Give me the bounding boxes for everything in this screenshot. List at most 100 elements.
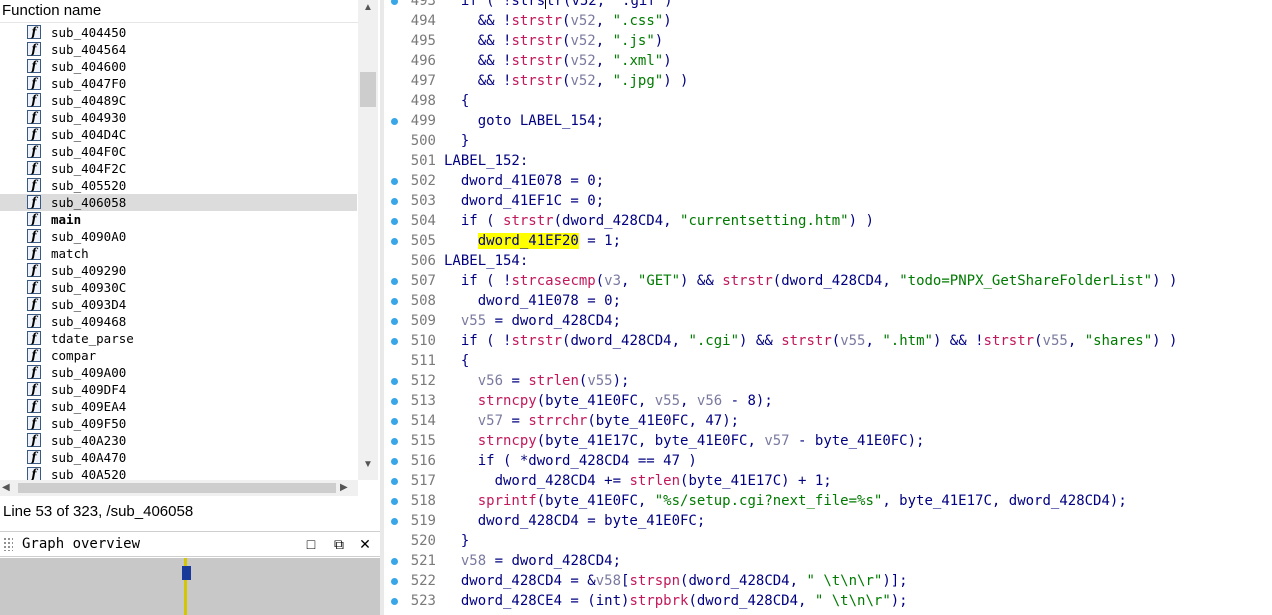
function-list-item[interactable]: f compar <box>0 347 357 364</box>
code-text[interactable]: v57 = strrchr(byte_41E0FC, 47); <box>444 411 739 431</box>
breakpoint-dot-icon[interactable] <box>391 438 398 445</box>
function-list-item[interactable]: f sub_404D4C <box>0 126 357 143</box>
function-list-item[interactable]: f sub_404930 <box>0 109 357 126</box>
code-line[interactable]: 511 { <box>384 351 1272 371</box>
function-list-item[interactable]: f sub_40A520 <box>0 466 357 480</box>
breakpoint-dot-icon[interactable] <box>391 398 398 405</box>
code-text[interactable]: { <box>444 351 469 371</box>
code-text[interactable]: LABEL_152: <box>444 151 528 171</box>
code-line[interactable]: 505 dword_41EF20 = 1; <box>384 231 1272 251</box>
code-line[interactable]: 507 if ( !strcasecmp(v3, "GET") && strst… <box>384 271 1272 291</box>
code-line[interactable]: 497 && !strstr(v52, ".jpg") ) <box>384 71 1272 91</box>
code-line[interactable]: 516 if ( *dword_428CD4 == 47 ) <box>384 451 1272 471</box>
function-list-item[interactable]: f sub_404564 <box>0 41 357 58</box>
horizontal-scrollbar[interactable]: ◀ ▶ <box>0 480 358 496</box>
code-line[interactable]: 502 dword_41E078 = 0; <box>384 171 1272 191</box>
code-line[interactable]: 513 strncpy(byte_41E0FC, v55, v56 - 8); <box>384 391 1272 411</box>
float-window-icon[interactable]: ⧉ <box>330 535 348 553</box>
breakpoint-dot-icon[interactable] <box>391 338 398 345</box>
scroll-right-icon[interactable]: ▶ <box>340 480 354 496</box>
code-line[interactable]: 512 v56 = strlen(v55); <box>384 371 1272 391</box>
breakpoint-dot-icon[interactable] <box>391 418 398 425</box>
code-line[interactable]: 496 && !strstr(v52, ".xml") <box>384 51 1272 71</box>
code-line[interactable]: 499 goto LABEL_154; <box>384 111 1272 131</box>
code-line[interactable]: 519 dword_428CD4 = byte_41E0FC; <box>384 511 1272 531</box>
function-list-item[interactable]: f sub_404F0C <box>0 143 357 160</box>
function-list-item[interactable]: f main <box>0 211 357 228</box>
breakpoint-dot-icon[interactable] <box>391 278 398 285</box>
function-list-item[interactable]: f sub_409468 <box>0 313 357 330</box>
code-text[interactable]: goto LABEL_154; <box>444 111 604 131</box>
scroll-up-icon[interactable]: ▲ <box>358 0 378 16</box>
function-list-item[interactable]: f sub_40A230 <box>0 432 357 449</box>
code-line[interactable]: 508 dword_41E078 = 0; <box>384 291 1272 311</box>
breakpoint-dot-icon[interactable] <box>391 118 398 125</box>
code-text[interactable]: dword_428CD4 += strlen(byte_41E17C) + 1; <box>444 471 832 491</box>
code-text[interactable]: if ( strstr(dword_428CD4, "currentsettin… <box>444 211 874 231</box>
code-text[interactable]: dword_41E078 = 0; <box>444 171 604 191</box>
function-list-item[interactable]: f sub_404600 <box>0 58 357 75</box>
code-text[interactable]: dword_428CD4 = byte_41E0FC; <box>444 511 706 531</box>
function-list-item[interactable]: f sub_40A470 <box>0 449 357 466</box>
function-list-item[interactable]: f sub_409DF4 <box>0 381 357 398</box>
graph-overview-canvas[interactable] <box>0 558 380 615</box>
graph-overview-titlebar[interactable]: Graph overview □ ⧉ ✕ <box>0 531 380 557</box>
function-list-item[interactable]: f sub_404450 <box>0 24 357 41</box>
code-text[interactable]: } <box>444 131 469 151</box>
code-line[interactable]: 518 sprintf(byte_41E0FC, "%s/setup.cgi?n… <box>384 491 1272 511</box>
code-line[interactable]: 521 v58 = dword_428CD4; <box>384 551 1272 571</box>
code-line[interactable]: 515 strncpy(byte_41E17C, byte_41E0FC, v5… <box>384 431 1272 451</box>
breakpoint-dot-icon[interactable] <box>391 558 398 565</box>
breakpoint-dot-icon[interactable] <box>391 318 398 325</box>
code-text[interactable]: v56 = strlen(v55); <box>444 371 630 391</box>
function-list-item[interactable]: f match <box>0 245 357 262</box>
function-list-item[interactable]: f sub_409290 <box>0 262 357 279</box>
horizontal-scroll-thumb[interactable] <box>18 483 336 493</box>
code-text[interactable]: } <box>444 531 469 551</box>
function-list-item[interactable]: f sub_404F2C <box>0 160 357 177</box>
code-text[interactable]: v58 = dword_428CD4; <box>444 551 621 571</box>
breakpoint-dot-icon[interactable] <box>391 178 398 185</box>
code-text[interactable]: LABEL_154: <box>444 251 528 271</box>
breakpoint-dot-icon[interactable] <box>391 198 398 205</box>
code-line[interactable]: 522 dword_428CD4 = &v58[strspn(dword_428… <box>384 571 1272 591</box>
code-text[interactable]: && !strstr(v52, ".js") <box>444 31 664 51</box>
function-list-item[interactable]: f sub_409A00 <box>0 364 357 381</box>
scroll-left-icon[interactable]: ◀ <box>2 480 16 496</box>
breakpoint-dot-icon[interactable] <box>391 518 398 525</box>
code-text[interactable]: if ( !strcasecmp(v3, "GET") && strstr(dw… <box>444 271 1178 291</box>
scroll-down-icon[interactable]: ▼ <box>358 457 378 473</box>
function-name-column-header[interactable]: Function name <box>0 0 360 23</box>
maximize-icon[interactable]: □ <box>302 535 320 553</box>
breakpoint-dot-icon[interactable] <box>391 578 398 585</box>
code-line[interactable]: 501 LABEL_152: <box>384 151 1272 171</box>
code-text[interactable]: strncpy(byte_41E17C, byte_41E0FC, v57 - … <box>444 431 925 451</box>
graph-viewport-marker[interactable] <box>182 566 191 580</box>
breakpoint-dot-icon[interactable] <box>391 0 398 5</box>
breakpoint-dot-icon[interactable] <box>391 458 398 465</box>
breakpoint-dot-icon[interactable] <box>391 478 398 485</box>
function-list-item[interactable]: f sub_4093D4 <box>0 296 357 313</box>
breakpoint-dot-icon[interactable] <box>391 378 398 385</box>
code-text[interactable]: strncpy(byte_41E0FC, v55, v56 - 8); <box>444 391 773 411</box>
code-line[interactable]: 494 && !strstr(v52, ".css") <box>384 11 1272 31</box>
close-icon[interactable]: ✕ <box>356 535 374 553</box>
code-line[interactable]: 510 if ( !strstr(dword_428CD4, ".cgi") &… <box>384 331 1272 351</box>
code-line[interactable]: 520 } <box>384 531 1272 551</box>
code-text[interactable]: sprintf(byte_41E0FC, "%s/setup.cgi?next_… <box>444 491 1127 511</box>
code-line[interactable]: 509 v55 = dword_428CD4; <box>384 311 1272 331</box>
breakpoint-dot-icon[interactable] <box>391 238 398 245</box>
vertical-scroll-thumb[interactable] <box>360 72 376 107</box>
code-line[interactable]: 504 if ( strstr(dword_428CD4, "currentse… <box>384 211 1272 231</box>
breakpoint-dot-icon[interactable] <box>391 598 398 605</box>
function-list-item[interactable]: f sub_405520 <box>0 177 357 194</box>
code-line[interactable]: 517 dword_428CD4 += strlen(byte_41E17C) … <box>384 471 1272 491</box>
function-list-item[interactable]: f sub_4047F0 <box>0 75 357 92</box>
breakpoint-dot-icon[interactable] <box>391 218 398 225</box>
function-list-item[interactable]: f sub_409EA4 <box>0 398 357 415</box>
code-text[interactable]: dword_41EF20 = 1; <box>444 231 621 251</box>
function-list-item[interactable]: f sub_406058 <box>0 194 357 211</box>
code-text[interactable]: && !strstr(v52, ".jpg") ) <box>444 71 689 91</box>
code-text[interactable]: dword_428CE4 = (int)strpbrk(dword_428CD4… <box>444 591 908 611</box>
code-text[interactable]: { <box>444 91 469 111</box>
